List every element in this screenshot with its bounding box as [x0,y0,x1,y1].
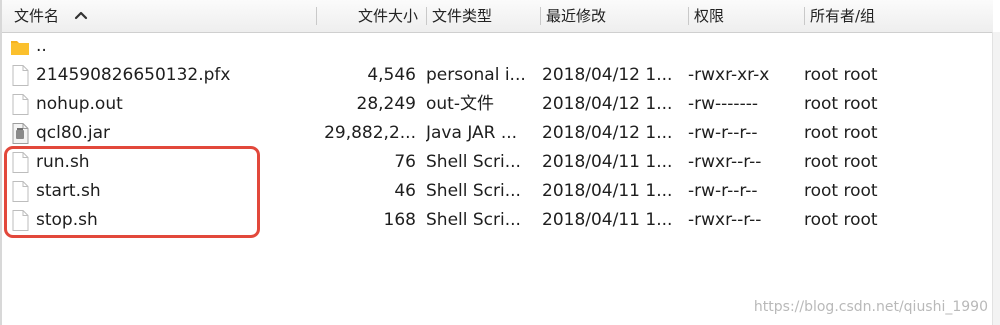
file-permissions: -rw-r--r-- [688,123,758,143]
column-header-name[interactable]: 文件名 [14,0,59,32]
annotation-highlight-box [4,146,260,238]
file-modified: 2018/04/11 1... [542,210,673,230]
column-header-size-label: 文件大小 [357,7,418,25]
column-header-owner-label: 所有者/组 [810,7,876,25]
file-name: nohup.out [36,94,123,114]
file-size: 46 [394,181,416,201]
column-header-bar: 文件名 文件大小 文件类型 最近修改 权限 所有者/组 [2,0,993,33]
file-owner: root root [804,210,878,230]
file-size: 29,882,2... [324,123,416,143]
column-header-permissions[interactable]: 权限 [694,0,724,32]
file-owner: root root [804,65,878,85]
file-list-window: 文件名 文件大小 文件类型 最近修改 权限 所有者/组 .. 214590826… [0,0,1000,325]
file-owner: root root [804,181,878,201]
vertical-scrollbar[interactable] [992,32,1000,325]
file-size: 76 [394,152,416,172]
column-separator[interactable] [426,7,427,25]
column-separator[interactable] [804,7,805,25]
column-header-size[interactable]: 文件大小 [322,0,418,32]
file-type: out-文件 [426,94,494,114]
file-owner: root root [804,94,878,114]
file-owner: root root [804,123,878,143]
file-permissions: -rwxr--r-- [688,210,762,230]
file-type: Shell Scri... [426,152,521,172]
chevron-up-icon[interactable] [74,10,88,20]
column-header-modified-label: 最近修改 [546,7,607,25]
column-separator[interactable] [688,7,689,25]
file-modified: 2018/04/11 1... [542,152,673,172]
file-icon [12,65,29,86]
file-permissions: -rw-r--r-- [688,181,758,201]
jar-file-icon [12,123,29,144]
file-type: personal i... [426,65,526,85]
column-header-modified[interactable]: 最近修改 [546,0,606,32]
file-size: 28,249 [356,94,416,114]
column-header-owner[interactable]: 所有者/组 [810,0,875,32]
column-separator[interactable] [316,7,317,25]
file-name: qcl80.jar [36,123,111,143]
column-header-type[interactable]: 文件类型 [432,0,492,32]
file-size: 168 [383,210,416,230]
folder-icon [11,41,29,55]
table-row[interactable]: 214590826650132.pfx 4,546 personal i... … [2,61,993,90]
file-owner: root root [804,152,878,172]
file-size: 4,546 [367,65,416,85]
watermark: https://blog.csdn.net/qiushi_1990 [753,299,988,315]
parent-folder-row[interactable]: .. [2,32,993,61]
file-modified: 2018/04/12 1... [542,65,673,85]
file-icon [12,94,29,115]
file-name: .. [36,36,47,56]
column-header-permissions-label: 权限 [694,7,725,25]
file-permissions: -rwxr-xr-x [688,65,770,85]
table-row[interactable]: qcl80.jar 29,882,2... Java JAR ... 2018/… [2,119,993,148]
file-modified: 2018/04/12 1... [542,123,673,143]
file-type: Shell Scri... [426,181,521,201]
file-name: 214590826650132.pfx [36,65,231,85]
column-header-name-label: 文件名 [14,7,60,25]
file-permissions: -rwxr--r-- [688,152,762,172]
file-modified: 2018/04/12 1... [542,94,673,114]
column-separator[interactable] [540,7,541,25]
file-type: Shell Scri... [426,210,521,230]
file-permissions: -rw------- [688,94,758,114]
file-type: Java JAR ... [426,123,518,143]
file-modified: 2018/04/11 1... [542,181,673,201]
table-row[interactable]: nohup.out 28,249 out-文件 2018/04/12 1... … [2,90,993,119]
column-header-type-label: 文件类型 [432,7,493,25]
